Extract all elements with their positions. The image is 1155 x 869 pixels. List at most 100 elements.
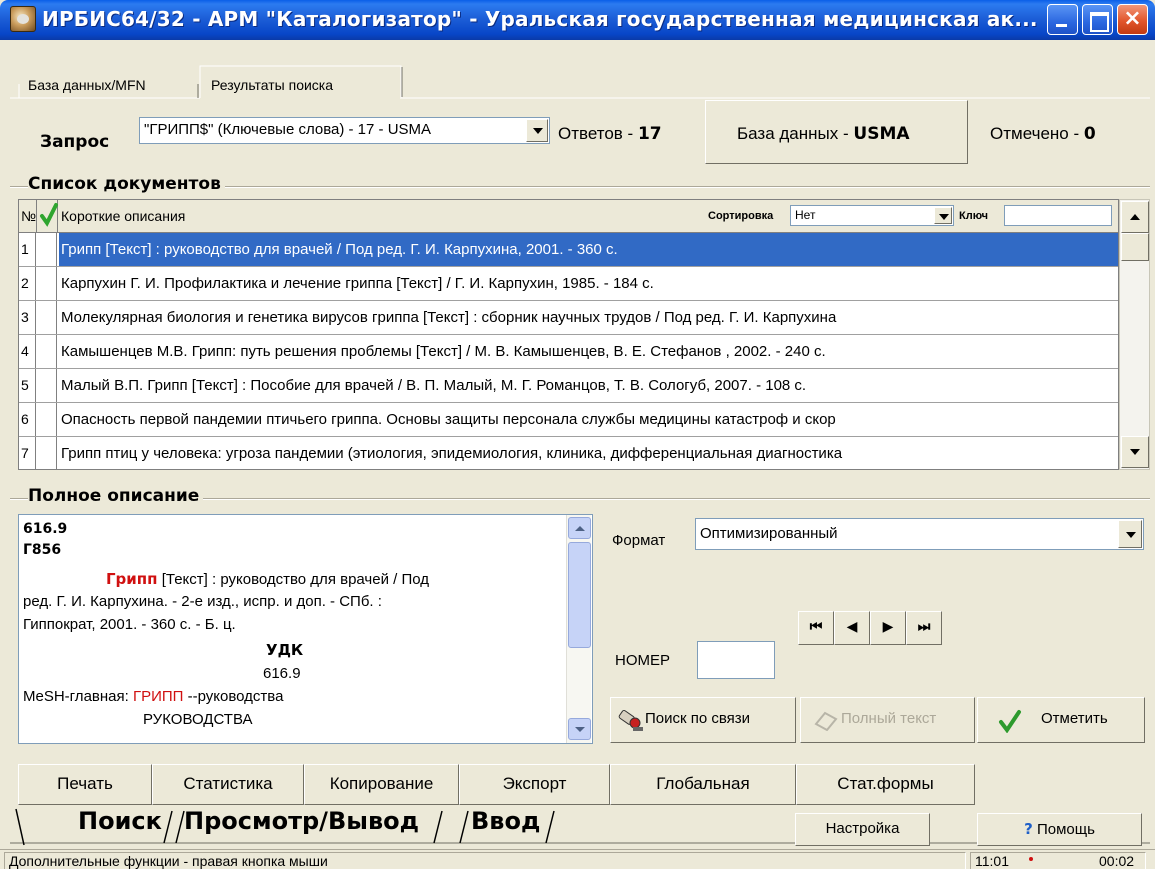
scroll-down-button[interactable] bbox=[1121, 436, 1149, 468]
checkmark-icon bbox=[40, 203, 58, 227]
table-row[interactable]: 3 Молекулярная биология и генетика вирусо… bbox=[19, 301, 1118, 335]
desc-line-2: ред. Г. И. Карпухина. - 2-е изд., испр. … bbox=[23, 593, 382, 610]
format-value: Оптимизированный bbox=[700, 525, 838, 542]
table-row[interactable]: 4 Камышенцев М.В. Грипп: путь решения про… bbox=[19, 335, 1118, 369]
query-select[interactable]: "ГРИПП$" (Ключевые слова) - 17 - USMA bbox=[139, 117, 550, 144]
copy-button[interactable]: Копирование bbox=[304, 764, 459, 805]
chevron-down-icon[interactable] bbox=[1118, 520, 1142, 548]
next-icon: ▶ bbox=[882, 619, 894, 635]
maximize-button[interactable] bbox=[1082, 4, 1113, 35]
stat-forms-button[interactable]: Стат.формы bbox=[796, 764, 975, 805]
eraser-icon bbox=[814, 711, 838, 731]
col-check-header[interactable] bbox=[37, 200, 58, 232]
row-number: 5 bbox=[19, 369, 36, 402]
scroll-down-button[interactable] bbox=[568, 718, 591, 740]
close-button[interactable]: × bbox=[1117, 4, 1148, 35]
scroll-thumb[interactable] bbox=[1121, 233, 1149, 261]
link-search-label: Поиск по связи bbox=[645, 710, 751, 727]
scroll-thumb[interactable] bbox=[568, 542, 591, 648]
help-label: Помощь bbox=[1036, 821, 1095, 838]
link-search-button[interactable]: Поиск по связи bbox=[610, 697, 796, 743]
row-description: Опасность первой пандемии птичьего грипп… bbox=[61, 411, 836, 428]
grid-header: № Короткие описания Сортировка Нет Ключ bbox=[19, 200, 1118, 233]
full-text-label: Полный текст bbox=[841, 710, 937, 727]
chevron-down-icon[interactable] bbox=[526, 119, 548, 142]
udc-code: 616.9 bbox=[23, 521, 68, 537]
global-button[interactable]: Глобальная bbox=[610, 764, 796, 805]
mode-tab-view-output[interactable]: Просмотр/Вывод bbox=[184, 807, 419, 835]
scroll-up-button[interactable] bbox=[1121, 201, 1149, 233]
key-label: Ключ bbox=[959, 210, 989, 222]
sort-select[interactable]: Нет bbox=[790, 205, 954, 226]
prev-record-button[interactable]: ◀ bbox=[834, 611, 870, 645]
row-checkbox[interactable] bbox=[36, 403, 57, 436]
mark-label: Отметить bbox=[1041, 710, 1108, 727]
mode-tab-input[interactable]: Ввод bbox=[471, 807, 540, 835]
tab-database-mfn[interactable]: База данных/MFN bbox=[20, 72, 154, 98]
minimize-button[interactable] bbox=[1047, 4, 1078, 35]
desc-scrollbar[interactable] bbox=[566, 515, 591, 743]
row-description: Камышенцев М.В. Грипп: путь решения проб… bbox=[61, 343, 826, 360]
last-record-button[interactable]: ⏭ bbox=[906, 611, 942, 645]
grid-scrollbar[interactable] bbox=[1119, 199, 1150, 470]
marked-count: Отмечено - 0 bbox=[990, 124, 1096, 144]
status-time: 11:01 bbox=[975, 853, 1009, 869]
row-number: 6 bbox=[19, 403, 36, 436]
author-mark: Г856 bbox=[23, 542, 62, 558]
table-row[interactable]: 2 Карпухин Г. И. Профилактика и лечение г… bbox=[19, 267, 1118, 301]
app-icon bbox=[10, 6, 36, 32]
window-title: ИРБИС64/32 - АРМ "Каталогизатор" - Ураль… bbox=[42, 7, 1038, 31]
status-clock: 11:01 00:02 bbox=[970, 852, 1146, 869]
desc-line-3: Гиппократ, 2001. - 360 с. - Б. ц. bbox=[23, 616, 236, 633]
desc-line-1: Грипп [Текст] : руководство для врачей /… bbox=[106, 570, 430, 588]
full-text-button[interactable]: Полный текст bbox=[800, 697, 975, 743]
database-name[interactable]: База данных - USMA bbox=[737, 124, 910, 144]
doc-list-title: Список документов bbox=[28, 174, 225, 194]
row-description: Малый В.П. Грипп [Текст] : Пособие для в… bbox=[61, 377, 807, 394]
row-checkbox[interactable] bbox=[36, 233, 57, 266]
query-label: Запрос bbox=[40, 132, 110, 152]
chevron-down-icon[interactable] bbox=[934, 207, 952, 224]
full-description-text[interactable]: 616.9 Г856 Грипп [Текст] : руководство д… bbox=[18, 514, 593, 744]
table-row[interactable]: 1 Грипп [Текст] : руководство для врачей … bbox=[19, 233, 1118, 267]
col-num-header: № bbox=[19, 200, 37, 232]
sort-label: Сортировка bbox=[708, 210, 774, 222]
window-titlebar[interactable]: ИРБИС64/32 - АРМ "Каталогизатор" - Ураль… bbox=[0, 0, 1155, 40]
udk-value: 616.9 bbox=[263, 665, 301, 682]
table-row[interactable]: 5 Малый В.П. Грипп [Текст] : Пособие для … bbox=[19, 369, 1118, 403]
col-desc-header: Короткие описания bbox=[61, 208, 186, 224]
mode-tab-search[interactable]: Поиск bbox=[78, 807, 162, 835]
row-checkbox[interactable] bbox=[36, 335, 57, 368]
row-checkbox[interactable] bbox=[36, 369, 57, 402]
row-description: Грипп [Текст] : руководство для врачей /… bbox=[59, 233, 1118, 266]
row-checkbox[interactable] bbox=[36, 267, 57, 300]
prev-icon: ◀ bbox=[846, 619, 858, 635]
row-number: 3 bbox=[19, 301, 36, 334]
first-record-button[interactable]: ⏮ bbox=[798, 611, 834, 645]
row-description: Карпухин Г. И. Профилактика и лечение гр… bbox=[61, 275, 654, 292]
row-checkbox[interactable] bbox=[36, 437, 57, 469]
tab-search-results[interactable]: Результаты поиска bbox=[203, 70, 341, 103]
document-grid[interactable]: № Короткие описания Сортировка Нет Ключ … bbox=[18, 199, 1119, 470]
scroll-up-button[interactable] bbox=[568, 517, 591, 539]
key-input[interactable] bbox=[1004, 205, 1112, 226]
row-description: Грипп птиц у человека: угроза пандемии (… bbox=[61, 445, 843, 462]
table-row[interactable]: 6 Опасность первой пандемии птичьего грип… bbox=[19, 403, 1118, 437]
print-button[interactable]: Печать bbox=[18, 764, 152, 805]
mark-button[interactable]: Отметить bbox=[977, 697, 1145, 743]
settings-button[interactable]: Настройка bbox=[795, 813, 930, 846]
row-number: 2 bbox=[19, 267, 36, 300]
format-select[interactable]: Оптимизированный bbox=[695, 518, 1144, 550]
nomer-input[interactable] bbox=[697, 641, 775, 679]
checkmark-icon bbox=[999, 710, 1021, 733]
skip-first-icon: ⏮ bbox=[809, 619, 823, 635]
sort-value: Нет bbox=[795, 208, 816, 222]
help-button[interactable]: ? Помощь bbox=[977, 813, 1142, 846]
next-record-button[interactable]: ▶ bbox=[870, 611, 906, 645]
full-desc-title: Полное описание bbox=[28, 486, 204, 506]
status-elapsed: 00:02 bbox=[1099, 853, 1135, 869]
statistics-button[interactable]: Статистика bbox=[152, 764, 304, 805]
table-row[interactable]: 7 Грипп птиц у человека: угроза пандемии … bbox=[19, 437, 1118, 469]
row-checkbox[interactable] bbox=[36, 301, 57, 334]
export-button[interactable]: Экспорт bbox=[459, 764, 610, 805]
